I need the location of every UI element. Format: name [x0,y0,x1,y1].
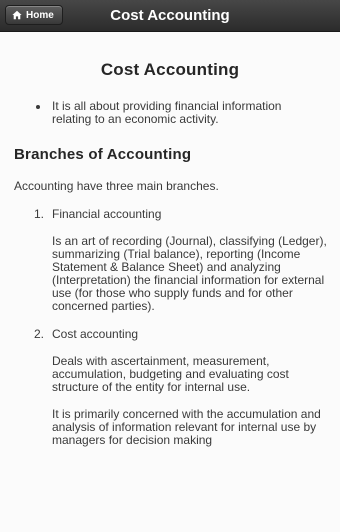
intro-bullet: It is all about providing financial info… [0,100,340,126]
branch-number: 2. [34,327,45,341]
branch-title: Cost accounting [52,327,139,341]
main-content: Cost Accounting It is all about providin… [0,32,340,532]
branch-title: Financial accounting [52,207,162,221]
branch-item-financial-accounting: 1. Financial accounting Is an art of rec… [0,207,340,313]
header-title: Cost Accounting [110,7,230,24]
page-title: Cost Accounting [100,60,240,79]
section-intro: Accounting have three main branches. [14,179,219,193]
intro-list: It is all about providing financial info… [0,100,340,126]
top-toolbar: Home Cost Accounting [0,0,340,32]
branch-number: 1. [34,207,45,221]
branch-description: Is an art of recording (Journal), classi… [52,234,327,313]
branches-list: 1. Financial accounting Is an art of rec… [0,207,340,447]
branch-description: Deals with ascertainment, measurement, a… [52,354,289,394]
branch-description: It is primarily concerned with the accum… [52,407,321,447]
branch-item-cost-accounting: 2. Cost accounting Deals with ascertainm… [0,327,340,447]
section-heading: Branches of Accounting [14,146,192,163]
